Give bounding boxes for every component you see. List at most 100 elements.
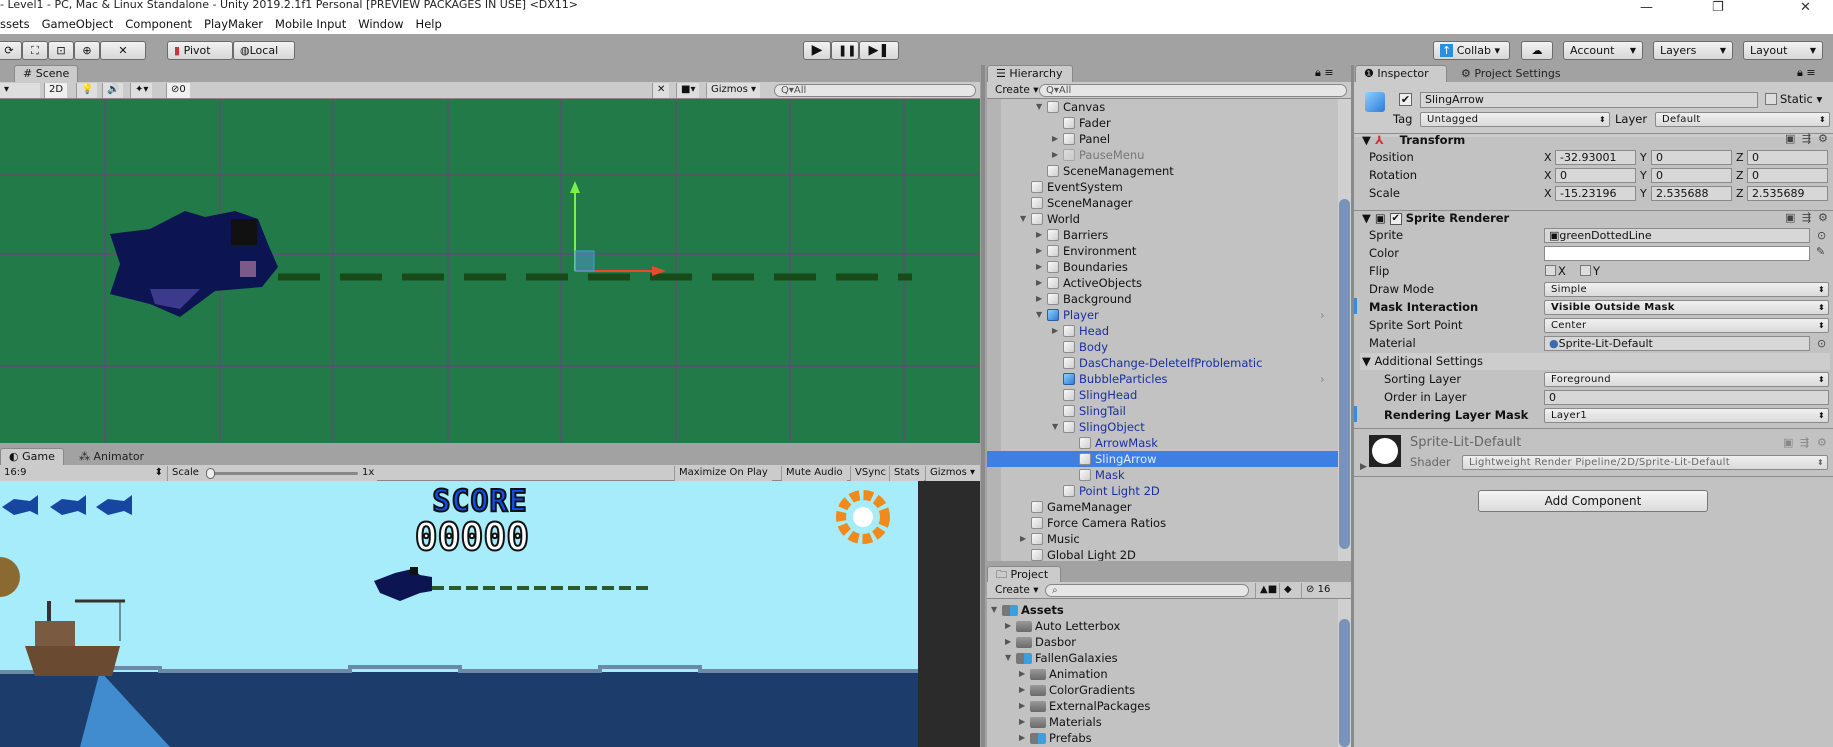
transform-scale-x-input[interactable]: -15.23196 bbox=[1555, 186, 1636, 201]
rotate-tool-icon[interactable]: ⟳ bbox=[0, 41, 22, 60]
hierarchy-item[interactable]: SceneManager bbox=[987, 195, 1338, 211]
hierarchy-item[interactable]: SlingHead bbox=[987, 387, 1338, 403]
game-gizmos-dropdown[interactable]: Gizmos ▾ bbox=[925, 466, 980, 481]
object-picker-icon[interactable]: ⊙ bbox=[1817, 337, 1826, 350]
expand-closed-icon[interactable]: ▶ bbox=[1052, 147, 1058, 163]
hierarchy-item[interactable]: ▶ Barriers bbox=[987, 227, 1338, 243]
transform-rotation-y-input[interactable]: 0 bbox=[1651, 168, 1732, 183]
2d-toggle[interactable]: 2D bbox=[44, 83, 68, 98]
hierarchy-create-button[interactable]: Create ▾ bbox=[991, 83, 1043, 98]
hierarchy-item[interactable]: Mask bbox=[987, 467, 1338, 483]
tab-inspector[interactable]: ❶ Inspector bbox=[1355, 65, 1447, 82]
scene-search-input[interactable]: Q▾All bbox=[774, 84, 976, 97]
collab-button[interactable]: ↑ Collab ▾ bbox=[1433, 41, 1510, 60]
project-folder-item[interactable]: ▼ Assets bbox=[987, 602, 1338, 618]
scale-slider[interactable] bbox=[208, 472, 358, 475]
aspect-dropdown[interactable]: 16:9 ⬍ bbox=[0, 466, 167, 481]
project-search-input[interactable]: ⌕ bbox=[1045, 584, 1249, 597]
hierarchy-item[interactable]: ▶ ActiveObjects bbox=[987, 275, 1338, 291]
menu-assets[interactable]: ssets bbox=[0, 17, 30, 31]
mute-audio-toggle[interactable]: Mute Audio bbox=[781, 466, 847, 481]
menu-component[interactable]: Component bbox=[125, 17, 192, 31]
expand-closed-icon[interactable]: ▶ bbox=[1019, 666, 1025, 682]
transform-rotation-x-input[interactable]: 0 bbox=[1555, 168, 1636, 183]
expand-closed-icon[interactable]: ▶ bbox=[1019, 714, 1025, 730]
hierarchy-item[interactable]: ArrowMask bbox=[987, 435, 1338, 451]
tab-game[interactable]: ◐ Game bbox=[0, 448, 64, 465]
hierarchy-item[interactable]: ▶ Music bbox=[987, 531, 1338, 547]
shader-dropdown[interactable]: Lightweight Render Pipeline/2D/Sprite-Li… bbox=[1462, 455, 1828, 470]
hierarchy-item[interactable]: DasChange-DeleteIfProblematic bbox=[987, 355, 1338, 371]
project-folder-item[interactable]: ▶ Dasbor bbox=[987, 634, 1338, 650]
hidden-packages-toggle[interactable]: ⊘ 16 bbox=[1301, 583, 1351, 598]
hierarchy-item[interactable]: Point Light 2D bbox=[987, 483, 1338, 499]
active-checkbox[interactable]: ✔ bbox=[1399, 93, 1412, 106]
hierarchy-item[interactable]: ▶ PauseMenu bbox=[987, 147, 1338, 163]
hierarchy-scrollbar[interactable] bbox=[1338, 99, 1351, 561]
sprite-field[interactable]: ▣greenDottedLine bbox=[1544, 228, 1810, 243]
mask-interaction-dropdown[interactable]: Visible Outside Mask bbox=[1544, 300, 1829, 315]
preset-icon[interactable]: ⇶ bbox=[1800, 436, 1809, 449]
expand-closed-icon[interactable]: ▶ bbox=[1036, 275, 1042, 291]
close-button[interactable]: ✕ bbox=[1800, 0, 1811, 15]
pivot-button[interactable]: ▮ Pivot bbox=[167, 41, 233, 60]
scale-slider-handle[interactable] bbox=[206, 468, 215, 479]
hierarchy-item[interactable]: SlingArrow bbox=[987, 451, 1338, 467]
hierarchy-item[interactable]: Force Camera Ratios bbox=[987, 515, 1338, 531]
draw-mode-dropdown[interactable]: Simple bbox=[1544, 282, 1829, 297]
color-swatch[interactable] bbox=[1544, 246, 1810, 261]
hierarchy-item[interactable]: ▶ Head bbox=[987, 323, 1338, 339]
gizmos-dropdown[interactable]: Gizmos ▾ bbox=[706, 83, 761, 98]
inspector-lock-icon[interactable]: 🔒︎ ≡ bbox=[1797, 66, 1816, 80]
minimize-button[interactable]: — bbox=[1640, 0, 1653, 15]
lighting-toggle-icon[interactable]: 💡 bbox=[76, 83, 98, 98]
tag-dropdown[interactable]: Untagged bbox=[1420, 112, 1610, 127]
game-viewport[interactable]: SCORE 00000 bbox=[0, 481, 980, 747]
project-scrollbar[interactable] bbox=[1338, 599, 1351, 747]
sprite-renderer-header[interactable]: ▼ ▣ ✔ Sprite Renderer bbox=[1362, 209, 1509, 227]
expand-closed-icon[interactable]: ▶ bbox=[1019, 698, 1025, 714]
scale-tool-icon[interactable]: ⛶ bbox=[22, 41, 48, 60]
transform-rotation-z-input[interactable]: 0 bbox=[1747, 168, 1828, 183]
hierarchy-item[interactable]: ▶ Environment bbox=[987, 243, 1338, 259]
camera-dropdown-icon[interactable]: ■▾ bbox=[676, 83, 700, 98]
maximize-on-play-toggle[interactable]: Maximize On Play bbox=[674, 466, 772, 481]
hierarchy-item[interactable]: GameManager bbox=[987, 499, 1338, 515]
scene-viewport[interactable] bbox=[0, 99, 980, 443]
transform-position-y-input[interactable]: 0 bbox=[1651, 150, 1732, 165]
expand-open-icon[interactable]: ▼ bbox=[1020, 211, 1026, 227]
expand-closed-icon[interactable]: ▶ bbox=[1052, 131, 1058, 147]
cloud-button[interactable]: ☁ bbox=[1521, 41, 1553, 60]
eyedropper-icon[interactable]: ✎ bbox=[1816, 245, 1825, 258]
open-prefab-chevron-icon[interactable]: › bbox=[1320, 307, 1325, 323]
hierarchy-item[interactable]: ▼ SlingObject bbox=[987, 419, 1338, 435]
transform-position-x-input[interactable]: -32.93001 bbox=[1555, 150, 1636, 165]
project-folder-item[interactable]: ▶ Materials bbox=[987, 714, 1338, 730]
expand-closed-icon[interactable]: ▶ bbox=[1036, 259, 1042, 275]
expand-open-icon[interactable]: ▼ bbox=[1052, 419, 1058, 435]
expand-closed-icon[interactable]: ▶ bbox=[1020, 531, 1026, 547]
flip-y-checkbox[interactable] bbox=[1580, 265, 1591, 276]
transform-scale-y-input[interactable]: 2.535688 bbox=[1651, 186, 1732, 201]
menu-gameobject[interactable]: GameObject bbox=[42, 17, 114, 31]
hierarchy-item[interactable]: Body bbox=[987, 339, 1338, 355]
rect-tool-icon[interactable]: ⊡ bbox=[48, 41, 74, 60]
menu-mobile-input[interactable]: Mobile Input bbox=[275, 17, 346, 31]
shading-mode-dropdown[interactable]: ▾ bbox=[0, 83, 40, 98]
tab-hierarchy[interactable]: ☰ Hierarchy bbox=[987, 65, 1073, 82]
project-folder-item[interactable]: ▶ Auto Letterbox bbox=[987, 618, 1338, 634]
flip-x-checkbox[interactable] bbox=[1545, 265, 1556, 276]
open-prefab-chevron-icon[interactable]: › bbox=[1320, 371, 1325, 387]
project-create-button[interactable]: Create ▾ bbox=[991, 583, 1043, 598]
add-component-button[interactable]: Add Component bbox=[1478, 490, 1708, 512]
menu-help[interactable]: Help bbox=[416, 17, 442, 31]
object-picker-icon[interactable]: ⊙ bbox=[1817, 229, 1826, 242]
help-icon[interactable]: ▣ bbox=[1783, 436, 1793, 449]
tools-icon[interactable]: ✕ bbox=[652, 83, 670, 98]
vsync-toggle[interactable]: VSync bbox=[850, 466, 890, 481]
gear-icon[interactable]: ⚙ bbox=[1818, 211, 1828, 224]
hierarchy-item[interactable]: ▶ Panel bbox=[987, 131, 1338, 147]
hierarchy-item[interactable]: SceneManagement bbox=[987, 163, 1338, 179]
hidden-objects-toggle[interactable]: ⊘0 bbox=[166, 83, 190, 98]
menu-playmaker[interactable]: PlayMaker bbox=[204, 17, 263, 31]
